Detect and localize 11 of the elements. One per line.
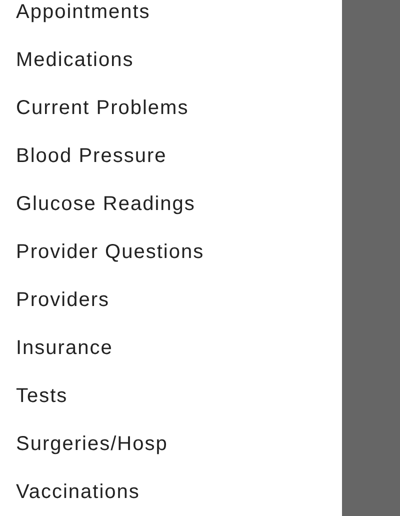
- drawer-menu-item[interactable]: Glucose Readings: [0, 180, 196, 228]
- drawer-menu-item[interactable]: Providers: [0, 276, 110, 324]
- drawer-menu-item[interactable]: Vaccinations: [0, 468, 140, 516]
- drawer-menu-item[interactable]: Current Problems: [0, 84, 189, 132]
- drawer-menu-item[interactable]: Tests: [0, 372, 68, 420]
- drawer-menu-item[interactable]: Blood Pressure: [0, 132, 167, 180]
- drawer-menu-item[interactable]: Insurance: [0, 324, 113, 372]
- drawer-menu-item[interactable]: Appointments: [0, 0, 150, 36]
- drawer-menu-item[interactable]: Medications: [0, 36, 134, 84]
- drawer-menu-item[interactable]: Provider Questions: [0, 228, 204, 276]
- drawer-menu-item[interactable]: Surgeries/Hosp: [0, 420, 168, 468]
